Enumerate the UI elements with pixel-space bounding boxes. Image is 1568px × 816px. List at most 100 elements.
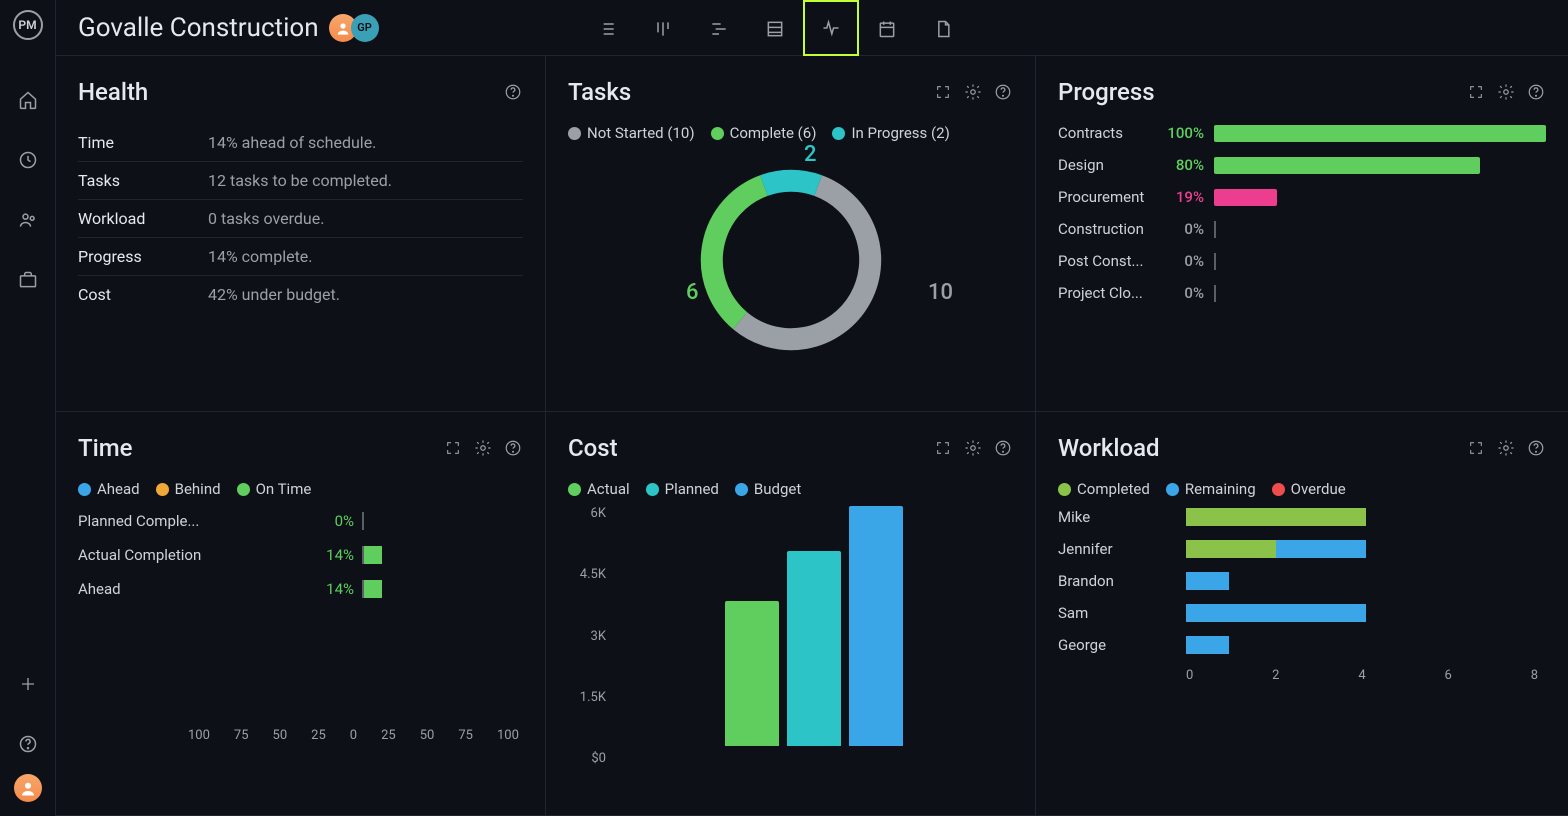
axis-tick: 50 xyxy=(273,728,288,743)
health-label: Progress xyxy=(78,247,208,266)
legend-item: Complete (6) xyxy=(711,124,817,142)
legend-label: Completed xyxy=(1077,480,1150,498)
expand-icon[interactable] xyxy=(443,438,463,458)
help-icon[interactable] xyxy=(503,82,523,102)
legend-label: Complete (6) xyxy=(730,124,817,142)
legend-item: In Progress (2) xyxy=(832,124,949,142)
workload-bar xyxy=(1186,636,1546,654)
view-gantt-button[interactable] xyxy=(691,0,747,56)
progress-bar-tick xyxy=(1214,221,1216,238)
legend-dot xyxy=(78,483,91,496)
view-board-button[interactable] xyxy=(635,0,691,56)
project-members[interactable]: GP xyxy=(335,14,379,42)
donut-label: 2 xyxy=(804,142,817,167)
brand-logo[interactable]: PM xyxy=(13,10,43,40)
legend-item: On Time xyxy=(237,480,312,498)
workload-label: George xyxy=(1058,636,1186,654)
y-axis-label: 4.5K xyxy=(568,567,606,582)
progress-pct: 100% xyxy=(1158,124,1204,142)
help-icon[interactable] xyxy=(16,732,40,756)
help-icon[interactable] xyxy=(1526,438,1546,458)
progress-bar xyxy=(1214,253,1546,270)
panel-title: Cost xyxy=(568,434,618,462)
progress-label: Project Clo... xyxy=(1058,284,1158,302)
home-icon[interactable] xyxy=(16,88,40,112)
health-row: Workload0 tasks overdue. xyxy=(78,199,523,237)
progress-label: Contracts xyxy=(1058,124,1158,142)
axis-tick: 8 xyxy=(1531,668,1538,683)
health-value: 0 tasks overdue. xyxy=(208,209,324,228)
help-icon[interactable] xyxy=(993,438,1013,458)
gear-icon[interactable] xyxy=(473,438,493,458)
recent-icon[interactable] xyxy=(16,148,40,172)
sidebar: PM xyxy=(0,0,56,816)
view-calendar-button[interactable] xyxy=(859,0,915,56)
y-axis-label: $0 xyxy=(568,751,606,766)
team-icon[interactable] xyxy=(16,208,40,232)
view-sheet-button[interactable] xyxy=(747,0,803,56)
progress-pct: 0% xyxy=(1158,220,1204,238)
progress-row: Project Clo...0% xyxy=(1058,284,1546,302)
add-icon[interactable] xyxy=(16,672,40,696)
expand-icon[interactable] xyxy=(933,82,953,102)
gear-icon[interactable] xyxy=(963,82,983,102)
legend-dot xyxy=(735,483,748,496)
cost-bar xyxy=(849,506,903,746)
progress-bar xyxy=(1214,189,1546,206)
progress-label: Procurement xyxy=(1058,188,1158,206)
cost-panel: Cost ActualPlannedBudget 6K4.5K3K1.5K$0 xyxy=(546,412,1036,816)
legend-dot xyxy=(1272,483,1285,496)
legend-dot xyxy=(1166,483,1179,496)
view-list-button[interactable] xyxy=(579,0,635,56)
member-avatar[interactable]: GP xyxy=(351,14,379,42)
legend-label: Overdue xyxy=(1291,480,1346,498)
workload-bar xyxy=(1186,540,1546,558)
expand-icon[interactable] xyxy=(1466,438,1486,458)
donut-label: 6 xyxy=(686,280,699,305)
gear-icon[interactable] xyxy=(1496,82,1516,102)
legend-dot xyxy=(711,127,724,140)
progress-label: Design xyxy=(1058,156,1158,174)
axis-tick: 100 xyxy=(497,728,519,743)
legend-label: Planned xyxy=(665,480,719,498)
legend-item: Overdue xyxy=(1272,480,1346,498)
axis-tick: 0 xyxy=(350,728,357,743)
axis-tick: 6 xyxy=(1445,668,1452,683)
help-icon[interactable] xyxy=(503,438,523,458)
legend-dot xyxy=(568,127,581,140)
progress-bar-fill xyxy=(1214,189,1277,206)
portfolio-icon[interactable] xyxy=(16,268,40,292)
legend-label: Budget xyxy=(754,480,801,498)
time-label: Planned Comple... xyxy=(78,512,308,530)
time-pct: 14% xyxy=(308,580,354,598)
legend-item: Remaining xyxy=(1166,480,1256,498)
expand-icon[interactable] xyxy=(933,438,953,458)
view-pulse-button[interactable] xyxy=(803,0,859,56)
axis-tick: 75 xyxy=(234,728,249,743)
workload-label: Sam xyxy=(1058,604,1186,622)
axis-tick: 100 xyxy=(188,728,210,743)
help-icon[interactable] xyxy=(993,82,1013,102)
gear-icon[interactable] xyxy=(1496,438,1516,458)
gear-icon[interactable] xyxy=(963,438,983,458)
health-label: Time xyxy=(78,133,208,152)
legend-label: Remaining xyxy=(1185,480,1256,498)
progress-bar xyxy=(1214,221,1546,238)
progress-bar-tick xyxy=(1214,253,1216,270)
progress-bar xyxy=(1214,285,1546,302)
workload-segment xyxy=(1186,540,1276,558)
expand-icon[interactable] xyxy=(1466,82,1486,102)
y-axis-label: 3K xyxy=(568,629,606,644)
user-avatar[interactable] xyxy=(14,774,42,802)
cost-bar-chart: 6K4.5K3K1.5K$0 xyxy=(568,506,1013,766)
progress-bar-fill xyxy=(1214,157,1480,174)
axis-tick: 75 xyxy=(458,728,473,743)
panel-title: Tasks xyxy=(568,78,631,106)
axis-tick: 25 xyxy=(381,728,396,743)
progress-label: Post Const... xyxy=(1058,252,1158,270)
progress-panel: Progress Contracts100%Design80%Procureme… xyxy=(1036,56,1568,412)
view-file-button[interactable] xyxy=(915,0,971,56)
help-icon[interactable] xyxy=(1526,82,1546,102)
axis-tick: 2 xyxy=(1272,668,1279,683)
axis-tick: 50 xyxy=(420,728,435,743)
